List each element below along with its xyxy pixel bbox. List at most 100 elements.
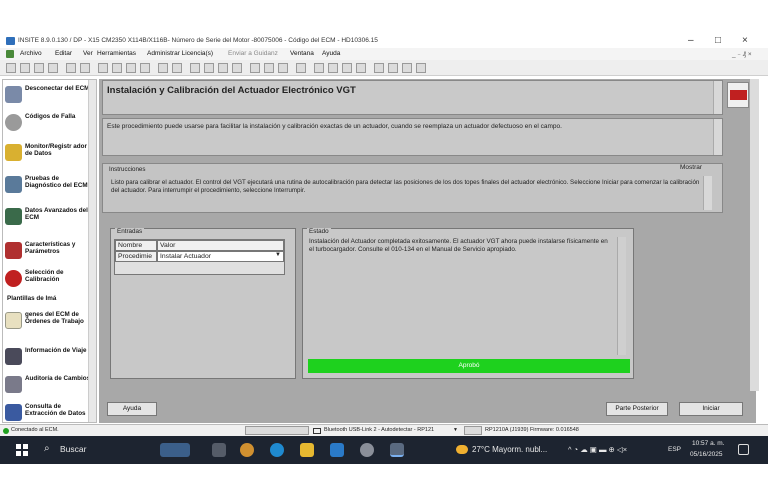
menu-ventana[interactable]: Ventana [290, 50, 314, 57]
back-button[interactable]: Parte Posterior [606, 402, 668, 416]
menu-enviar-guidanz[interactable]: Enviar a Guidanz [228, 50, 278, 57]
menu-ayuda[interactable]: Ayuda [322, 50, 340, 57]
sidebar-item-fault-codes[interactable]: Códigos de Falla [5, 110, 91, 136]
task-view-icon[interactable] [212, 443, 226, 457]
toolbar-button-8[interactable] [112, 63, 122, 73]
toolbar-button-5[interactable] [66, 63, 76, 73]
toolbar-button-16[interactable] [232, 63, 242, 73]
insite-taskbar-icon[interactable] [390, 443, 404, 457]
right-scrollbar[interactable] [750, 79, 759, 391]
data-extraction-icon [5, 404, 22, 421]
sidebar-item-label: Consulta de Extracción de Datos [25, 403, 86, 417]
menu-editar[interactable]: Editar [55, 50, 72, 57]
connection-status: Conectado al ECM. [11, 427, 59, 433]
menu-app-icon [6, 50, 14, 58]
close-button[interactable]: × [742, 35, 748, 46]
toolbar-button-4[interactable] [48, 63, 58, 73]
windows-start-icon[interactable] [16, 444, 28, 456]
inputs-header-name: Nombre [115, 240, 157, 251]
sidebar-item-trip-info[interactable]: Información de Viaje [5, 344, 91, 370]
help-button[interactable]: Ayuda [107, 402, 157, 416]
toolbar-button-7[interactable] [98, 63, 108, 73]
chevron-down-icon[interactable]: ▼ [453, 427, 458, 433]
window-titlebar: INSITE 8.9.0.130 / DP - X15 CM2350 X114B… [0, 34, 768, 48]
sidebar-item-label: Desconectar del ECM [25, 85, 90, 92]
toolbar-button-6[interactable] [80, 63, 90, 73]
sidebar-item-features[interactable]: Características y Parámetros [5, 238, 91, 264]
toolbar-button-26[interactable] [388, 63, 398, 73]
menu-bar: Archivo Editar Ver Herramientas Administ… [0, 48, 768, 60]
language-indicator[interactable]: ESP [668, 446, 681, 453]
sidebar-item-diagnostic-tests[interactable]: Pruebas de Diagnóstico del ECM [5, 172, 91, 198]
sidebar-item-calibration[interactable]: Selección de Calibración [5, 266, 91, 292]
settings-icon[interactable] [360, 443, 374, 457]
toolbar-button-19[interactable] [278, 63, 288, 73]
sidebar-item-work-orders[interactable]: genes del ECM de Órdenes de Trabajo [5, 308, 91, 342]
minimize-button[interactable]: – [688, 35, 694, 46]
file-explorer-icon[interactable] [300, 443, 314, 457]
toolbar-button-14[interactable] [204, 63, 214, 73]
menu-ver[interactable]: Ver [83, 50, 93, 57]
sidebar-item-label: Auditoría de Cambios [25, 375, 91, 382]
instructions-scrollbar[interactable] [703, 176, 712, 210]
sidebar-scrollbar[interactable] [88, 80, 96, 422]
toolbar-button-20[interactable] [296, 63, 306, 73]
search-icon[interactable]: ⌕ [44, 443, 50, 454]
maximize-button[interactable]: □ [715, 35, 721, 46]
chevron-down-icon[interactable]: ▼ [275, 252, 281, 258]
status-scrollbar[interactable] [617, 237, 626, 355]
sidebar-item-data-monitor[interactable]: Monitor/Registr ador de Datos [5, 140, 91, 166]
app-icon-1[interactable] [240, 443, 254, 457]
sidebar-item-advanced-data[interactable]: Datos Avanzados del ECM [5, 204, 91, 234]
procedure-select[interactable]: Instalar Actuador ▼ [157, 251, 284, 262]
sidebar-item-label: Códigos de Falla [25, 113, 76, 120]
toolbar-button-24[interactable] [356, 63, 366, 73]
menu-administrar-licencias[interactable]: Administrar Licencia(s) [147, 50, 213, 57]
toolbar-button-3[interactable] [34, 63, 44, 73]
toolbar-button-12[interactable] [172, 63, 182, 73]
toolbar-button-23[interactable] [342, 63, 352, 73]
toolbar-button-28[interactable] [416, 63, 426, 73]
toolbar-button-15[interactable] [218, 63, 228, 73]
clock-date[interactable]: 05/16/2025 [690, 451, 723, 458]
start-button[interactable]: Iniciar [679, 402, 743, 416]
toolbar-button-13[interactable] [190, 63, 200, 73]
diagnostic-tests-icon [5, 176, 22, 193]
show-toggle[interactable]: Mostrar [680, 164, 702, 171]
mdi-window-controls[interactable]: _ ₋ ₰ × [732, 50, 752, 58]
sidebar-item-templates[interactable]: Plantillas de Imá [5, 292, 91, 306]
fault-codes-icon [5, 114, 22, 131]
toolbar-button-17[interactable] [250, 63, 260, 73]
taskbar-search[interactable]: Buscar [60, 444, 86, 454]
disconnect-icon [5, 86, 22, 103]
toolbar-button-22[interactable] [328, 63, 338, 73]
menu-archivo[interactable]: Archivo [20, 50, 42, 57]
sidebar-item-data-extraction[interactable]: Consulta de Extracción de Datos [5, 400, 91, 422]
sidebar-item-disconnect[interactable]: Desconectar del ECM [5, 82, 91, 108]
toolbar-button-21[interactable] [314, 63, 324, 73]
toolbar-button-11[interactable] [158, 63, 168, 73]
sidebar-item-audit[interactable]: Auditoría de Cambios [5, 372, 91, 398]
menu-herramientas[interactable]: Herramientas [97, 50, 136, 57]
sidebar: Desconectar del ECM Códigos de Falla Mon… [2, 79, 97, 423]
toolbar-button-25[interactable] [374, 63, 384, 73]
heading-scrollbar[interactable] [713, 81, 722, 114]
toolbar-button-1[interactable] [6, 63, 16, 73]
toolbar-button-10[interactable] [140, 63, 150, 73]
adapter-select[interactable]: Bluetooth USB-Link 2 - Autodetectar - RP… [324, 427, 434, 433]
progress-indicator-box [245, 426, 309, 435]
system-tray-icons[interactable]: ^ ◔ ☁ ▣ ▬ ⊕ ◁× [568, 445, 627, 454]
procedure-select-value: Instalar Actuador [160, 253, 212, 260]
notification-icon[interactable] [738, 444, 749, 455]
toolbar-button-9[interactable] [126, 63, 136, 73]
weather-text[interactable]: 27°C Mayorm. nubl... [472, 445, 547, 454]
toolbar-button-27[interactable] [402, 63, 412, 73]
toolbar-button-18[interactable] [264, 63, 274, 73]
edge-icon[interactable] [270, 443, 284, 457]
store-icon[interactable] [330, 443, 344, 457]
description-scrollbar[interactable] [713, 119, 722, 155]
audit-icon [5, 376, 22, 393]
widgets-icon[interactable] [160, 443, 190, 457]
clock-time[interactable]: 10:57 a. m. [692, 440, 725, 447]
toolbar-button-2[interactable] [20, 63, 30, 73]
